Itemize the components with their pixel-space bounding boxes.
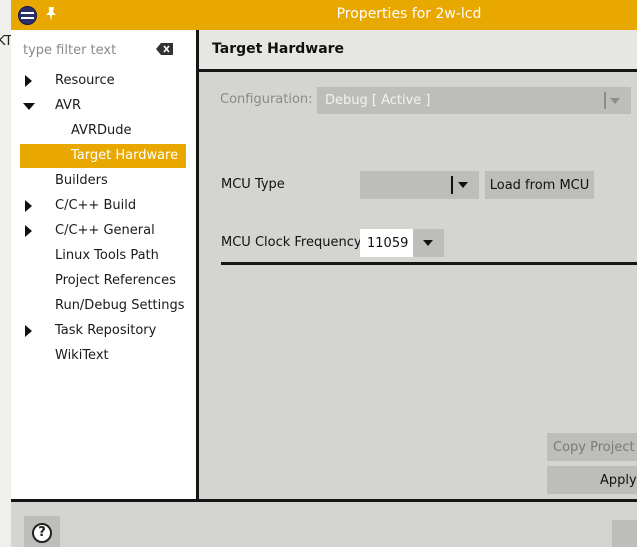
background-window-edge: KT xyxy=(0,0,11,547)
collapse-arrow-icon[interactable] xyxy=(23,103,35,110)
apply-button[interactable]: Apply xyxy=(547,466,637,494)
page-title: Target Hardware xyxy=(212,41,345,57)
navigation-pane: Resource AVR AVRDude Target Hardware Bui… xyxy=(11,30,197,500)
page-header: Target Hardware xyxy=(199,30,637,69)
window-title: Properties for 2w-lcd xyxy=(336,6,482,22)
combo-separator xyxy=(451,176,453,194)
tree-item-target-hardware[interactable]: Target Hardware xyxy=(20,144,186,168)
tree-item-label: Target Hardware xyxy=(71,148,179,163)
tree-item-linux-tools-path[interactable]: Linux Tools Path xyxy=(11,244,197,268)
expand-arrow-icon[interactable] xyxy=(25,225,32,237)
dialog-button[interactable] xyxy=(612,520,637,547)
tree-item-avrdude[interactable]: AVRDude xyxy=(11,119,197,143)
mcu-clock-frequency-combo[interactable] xyxy=(360,229,444,257)
load-from-mcu-button[interactable]: Load from MCU xyxy=(485,171,594,199)
clear-filter-icon[interactable] xyxy=(156,43,173,55)
tree-item-cpp-general[interactable]: C/C++ General xyxy=(11,219,197,243)
help-icon: ? xyxy=(32,523,52,543)
combo-separator xyxy=(604,92,606,109)
mcu-type-select[interactable] xyxy=(360,171,479,199)
mcu-type-label: MCU Type xyxy=(221,177,285,192)
tree-item-label: Project References xyxy=(55,273,176,288)
chevron-down-icon[interactable] xyxy=(423,240,433,246)
configuration-select[interactable]: Debug [ Active ] xyxy=(317,87,631,114)
tree-item-label: Run/Debug Settings xyxy=(55,298,185,313)
content-separator xyxy=(221,262,637,265)
expand-arrow-icon[interactable] xyxy=(25,75,32,87)
help-button[interactable]: ? xyxy=(24,516,60,547)
tree-item-avr[interactable]: AVR xyxy=(11,94,197,118)
tree-item-label: AVR xyxy=(55,98,81,113)
tree-item-label: Task Repository xyxy=(55,323,157,338)
expand-arrow-icon[interactable] xyxy=(25,325,32,337)
filter-box xyxy=(11,30,197,68)
chevron-down-icon xyxy=(610,98,620,104)
tree-item-label: C/C++ Build xyxy=(55,198,137,213)
filter-input[interactable] xyxy=(23,40,153,60)
dialog-footer: ? xyxy=(11,502,637,547)
tree-item-label: Resource xyxy=(55,73,115,88)
configuration-value: Debug [ Active ] xyxy=(325,93,431,108)
property-page: Target Hardware Configuration: Debug [ A… xyxy=(199,30,637,499)
tree-item-wikitext[interactable]: WikiText xyxy=(11,344,197,368)
tree-item-resource[interactable]: Resource xyxy=(11,69,197,93)
mcu-clock-frequency-input[interactable] xyxy=(360,229,413,257)
tree-item-label: Builders xyxy=(55,173,108,188)
tree-item-label: Linux Tools Path xyxy=(55,248,159,263)
mcu-clock-frequency-label: MCU Clock Frequency xyxy=(221,235,362,250)
chevron-down-icon xyxy=(458,182,468,188)
expand-arrow-icon[interactable] xyxy=(25,200,32,212)
tree-item-project-references[interactable]: Project References xyxy=(11,269,197,293)
tree-item-task-repository[interactable]: Task Repository xyxy=(11,319,197,343)
header-separator xyxy=(199,69,637,72)
tree-item-builders[interactable]: Builders xyxy=(11,169,197,193)
tree-item-run-debug-settings[interactable]: Run/Debug Settings xyxy=(11,294,197,318)
configuration-label: Configuration: xyxy=(220,92,313,107)
background-window-text: KT xyxy=(0,34,11,49)
tree-item-label: AVRDude xyxy=(71,123,132,138)
title-bar[interactable]: Properties for 2w-lcd xyxy=(11,0,637,30)
tree-item-label: C/C++ General xyxy=(55,223,155,238)
tree-item-cpp-build[interactable]: C/C++ Build xyxy=(11,194,197,218)
copy-project-settings-button[interactable]: Copy Project Settings xyxy=(547,433,637,461)
tree-item-label: WikiText xyxy=(55,348,109,363)
